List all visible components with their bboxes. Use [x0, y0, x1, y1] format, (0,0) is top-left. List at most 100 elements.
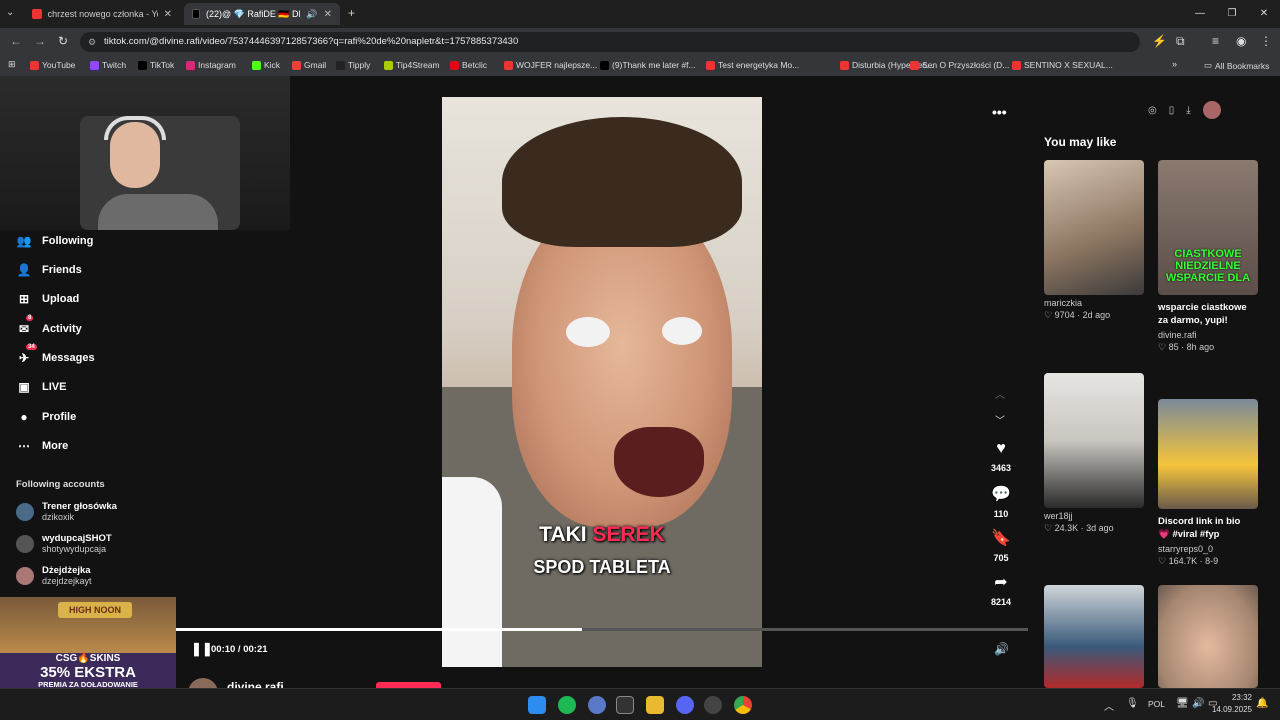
you-may-like-title: You may like	[1044, 135, 1117, 149]
sidebar-item-live[interactable]: ▣ LIVE	[16, 379, 66, 395]
download-icon[interactable]: ⤓	[1186, 105, 1190, 119]
activity-icon: ✉	[18, 322, 30, 336]
rec-author: wer18jj	[1044, 511, 1073, 521]
epic-games-icon[interactable]	[616, 696, 634, 714]
bookmark-item[interactable]: Betclic	[450, 60, 487, 70]
bookmark-item[interactable]: Instagram	[186, 60, 236, 70]
volume-tray-icon[interactable]: 🔊	[1192, 698, 1204, 709]
extension-icon[interactable]: ⚡	[1152, 34, 1167, 48]
new-tab-button[interactable]: +	[348, 6, 355, 20]
sidebar-item-label: Messages	[42, 352, 95, 364]
rec-card[interactable]	[1044, 585, 1144, 688]
tab-search-icon[interactable]: ⌄	[6, 7, 14, 18]
volume-icon[interactable]: 🔊	[994, 642, 1009, 656]
share-button[interactable]: ➦ 8214	[980, 572, 1022, 610]
bookmarks-more-button[interactable]: »	[1172, 59, 1177, 69]
sidebar-item-more[interactable]: ⋯ More	[16, 438, 68, 454]
address-bar[interactable]: ⚙ tiktok.com/@divine.rafi/video/75374446…	[80, 32, 1140, 52]
forward-icon[interactable]: →	[34, 34, 46, 48]
reload-icon[interactable]: ↻	[58, 34, 68, 48]
media-icon[interactable]: ≡	[1212, 34, 1219, 48]
following-account[interactable]: wydupcajSHOT shotywydupcaja	[16, 533, 112, 554]
menu-icon[interactable]: ⋮	[1260, 34, 1272, 48]
bookmark-item[interactable]: YouTube	[30, 60, 75, 70]
bookmark-item[interactable]: Twitch	[90, 60, 126, 70]
file-explorer-icon[interactable]	[646, 696, 664, 714]
clock-time[interactable]: 23:32	[1224, 693, 1252, 702]
video-menu-button[interactable]: •••	[992, 104, 1007, 120]
right-column: ◎ ▯ ⤓ You may like mariczkia ♡ 9704 · 2d…	[1030, 97, 1280, 688]
sidebar-item-profile[interactable]: ● Profile	[16, 409, 76, 425]
close-icon[interactable]: ✕	[1248, 0, 1280, 28]
sidebar-item-friends[interactable]: 👤 Friends	[16, 262, 82, 278]
prev-video-chevron-icon[interactable]: ︿	[995, 386, 1005, 401]
bookmark-item[interactable]: WOJFER najlepsze...	[504, 60, 597, 70]
back-icon[interactable]: ←	[10, 34, 22, 48]
bookmark-item[interactable]: Test energetyka Mo...	[706, 60, 799, 70]
video-player[interactable]: TAKI SEREK SPOD TABLETA	[442, 97, 762, 667]
bookmark-item[interactable]: Kick	[252, 60, 280, 70]
app-icon[interactable]	[588, 696, 606, 714]
video-caption-line2: SPOD TABLETA	[533, 557, 671, 577]
discord-icon[interactable]	[676, 696, 694, 714]
video-progress-bar[interactable]	[176, 628, 1028, 631]
puzzle-icon[interactable]: ⧉	[1176, 34, 1185, 49]
next-video-chevron-icon[interactable]: ﹀	[995, 412, 1005, 427]
start-icon[interactable]	[528, 696, 546, 714]
rec-card[interactable]: wer18jj ♡ 24.3K · 3d ago	[1044, 373, 1144, 534]
sidebar-item-upload[interactable]: ⊞ Upload	[16, 291, 79, 307]
bookmark-label: (9)Thank me later #f...	[612, 60, 696, 70]
bookmark-item[interactable]: Gmail	[292, 60, 326, 70]
bookmark-item[interactable]: TikTok	[138, 60, 174, 70]
bookmark-item[interactable]: Tipply	[336, 60, 370, 70]
caption-white: TAKI	[539, 523, 587, 546]
network-icon[interactable]: 🖥	[1176, 698, 1189, 709]
pause-icon[interactable]: ❚❚	[191, 641, 213, 657]
sidebar-item-messages[interactable]: ✈ Messages 34	[16, 344, 95, 366]
bookmark-item[interactable]: SENTINO X SEXUAL...	[1012, 60, 1113, 70]
site-info-icon[interactable]: ⚙	[88, 32, 96, 52]
following-account[interactable]: Trener głosówka dzikoxik	[16, 501, 117, 522]
notification-icon[interactable]: 🔔	[1256, 698, 1268, 709]
rec-author: mariczkia	[1044, 298, 1083, 308]
chrome-icon[interactable]	[734, 696, 752, 714]
bookmark-favicon-icon	[910, 60, 919, 70]
tab-close-button[interactable]: ✕	[164, 9, 172, 20]
phone-icon[interactable]: ▯	[1169, 105, 1175, 119]
spotify-icon[interactable]	[558, 696, 576, 714]
save-button[interactable]: 🔖 705	[980, 528, 1022, 566]
rec-title: wsparcie ciastkowe za darmo, yupi!	[1158, 302, 1247, 326]
obs-icon[interactable]	[704, 696, 722, 714]
bookmark-item[interactable]: Sen O Przyszłości (D...	[910, 60, 1009, 70]
rec-meta: ♡ 85 · 8h ago	[1158, 342, 1215, 352]
like-button[interactable]: ♥ 3463	[980, 440, 1022, 476]
restore-icon[interactable]: ❐	[1216, 0, 1248, 28]
user-avatar[interactable]	[1202, 101, 1221, 119]
clock-date[interactable]: 14.09.2025	[1210, 705, 1252, 714]
apps-icon[interactable]: ⊞	[8, 59, 16, 70]
bookmark-item[interactable]: Tip4Stream	[384, 60, 440, 70]
rec-hashtags: 💗 #viral #fyp	[1158, 529, 1220, 540]
comment-button[interactable]: 💬 110	[980, 484, 1022, 522]
sidebar-item-activity[interactable]: ✉ Activity 8	[16, 315, 82, 337]
all-bookmarks[interactable]: ▭ All Bookmarks	[1204, 60, 1269, 71]
bookmark-item[interactable]: (9)Thank me later #f...	[600, 60, 696, 70]
coin-icon[interactable]: ◎	[1148, 105, 1157, 119]
tab-tiktok[interactable]: (22)@ 💎 RafiDE 🇩🇪 DEFIONE 🔊 ✕	[184, 3, 340, 25]
language-indicator[interactable]: POL	[1148, 699, 1165, 709]
profile-icon[interactable]: ◉	[1236, 34, 1246, 48]
tray-chevron-icon[interactable]: ︿	[1104, 698, 1114, 713]
tab-youtube[interactable]: chrzest nowego członka - YouT ✕	[24, 3, 180, 25]
rec-card[interactable]: mariczkia ♡ 9704 · 2d ago	[1044, 160, 1144, 321]
rec-card[interactable]: Discord link in bio 💗 #viral #fyp starry…	[1158, 373, 1258, 567]
bookmark-favicon-icon	[292, 60, 301, 70]
rec-card[interactable]: CIASTKOWE NIEDZIELNE WSPARCIE DLA wsparc…	[1158, 160, 1258, 353]
tab-close-button[interactable]: ✕	[324, 9, 332, 20]
notification-badge: 8	[26, 315, 34, 321]
minimize-icon[interactable]: —	[1184, 0, 1216, 28]
sidebar-item-following[interactable]: 👥 Following	[16, 233, 94, 249]
rec-card[interactable]	[1158, 585, 1258, 688]
microphone-icon[interactable]: 🎙	[1126, 698, 1139, 709]
following-account[interactable]: Dżejdżejka dzejdzejkayt	[16, 565, 92, 586]
speaker-icon[interactable]: 🔊	[306, 9, 317, 20]
